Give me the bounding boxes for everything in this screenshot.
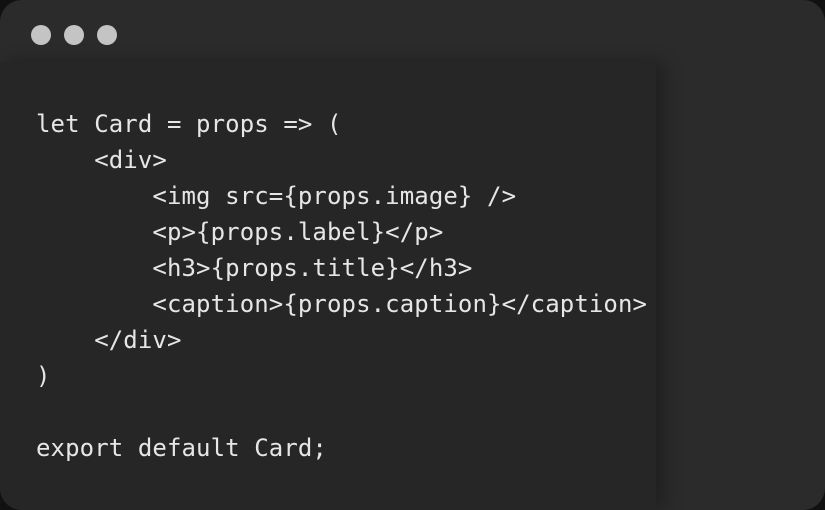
code-line: export default Card; — [36, 434, 327, 462]
code-line: <caption>{props.caption}</caption> — [36, 290, 648, 318]
window-zoom-icon[interactable] — [97, 25, 117, 45]
window-minimize-icon[interactable] — [64, 25, 84, 45]
code-window: let Card = props => ( <div> <img src={pr… — [0, 0, 825, 510]
code-line: <img src={props.image} /> — [36, 182, 517, 210]
code-line: let Card = props => ( — [36, 110, 342, 138]
code-block: let Card = props => ( <div> <img src={pr… — [36, 106, 647, 466]
code-line: </div> — [36, 326, 182, 354]
code-line: <h3>{props.title}</h3> — [36, 254, 473, 282]
window-close-icon[interactable] — [31, 25, 51, 45]
code-line: <div> — [36, 146, 167, 174]
code-line: ) — [36, 362, 51, 390]
window-titlebar — [0, 0, 825, 66]
code-line: <p>{props.label}</p> — [36, 218, 444, 246]
